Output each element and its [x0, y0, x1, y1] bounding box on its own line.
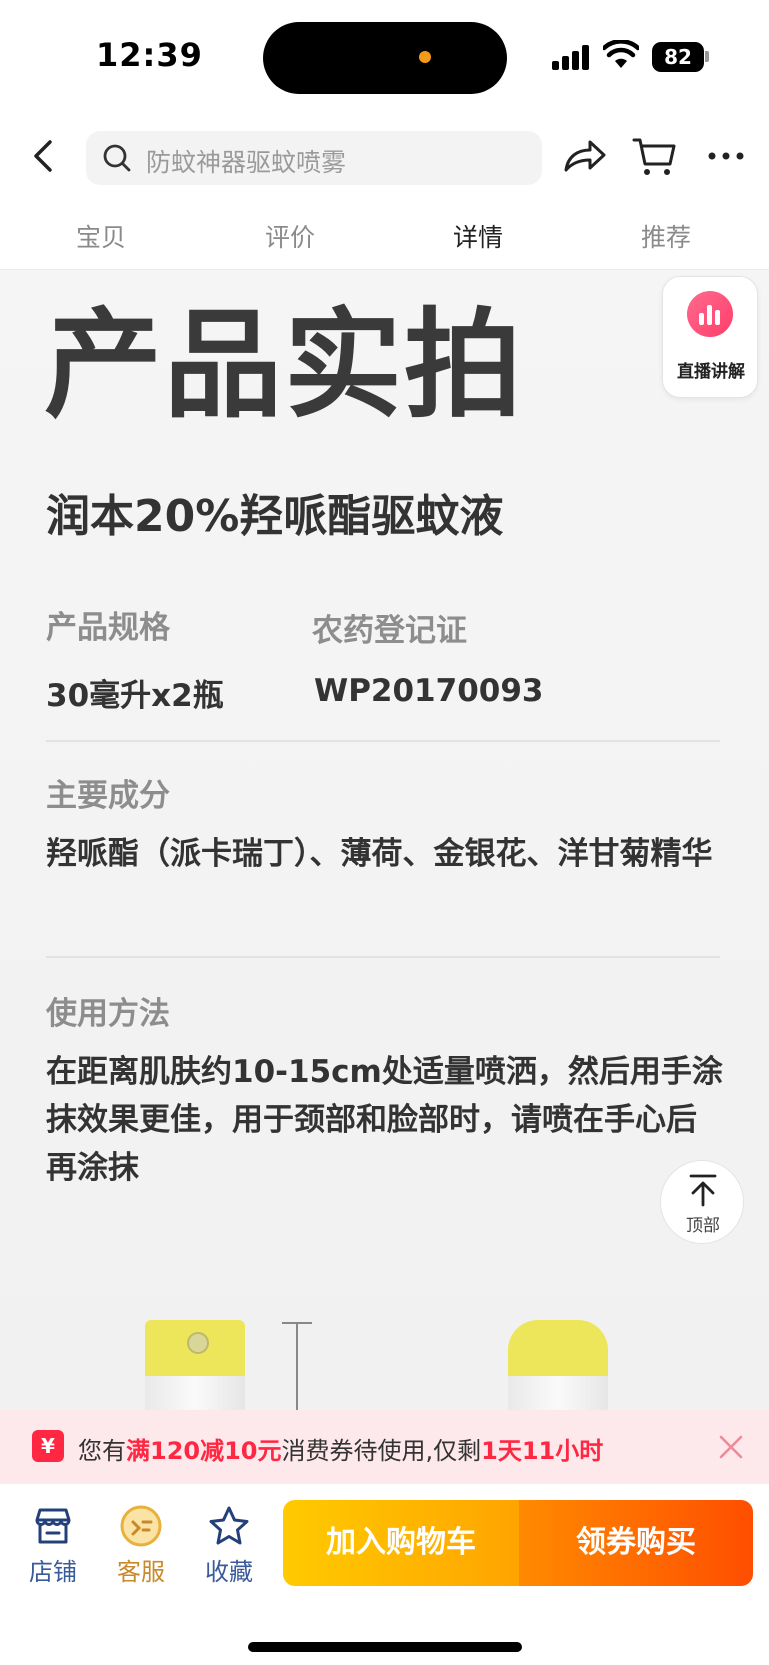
search-icon: [103, 144, 131, 172]
usage-text: 在距离肌肤约10-15cm处适量喷洒，然后用手涂抹效果更佳，用于颈部和脸部时，请…: [46, 1054, 723, 1186]
share-icon[interactable]: [560, 132, 608, 180]
shop-label: 店铺: [29, 1558, 77, 1586]
status-bar: 12:39 82: [0, 0, 769, 112]
search-placeholder: 防蚊神器驱蚊喷雾: [146, 148, 347, 177]
tab-item[interactable]: 宝贝: [41, 218, 161, 254]
ingredients-label: 主要成分: [46, 778, 170, 814]
coupon-prefix: 您有: [78, 1437, 126, 1465]
detail-title: 产品实拍: [44, 296, 525, 434]
shop-icon: [35, 1508, 71, 1544]
bottom-action-bar: 店铺 客服 收藏 加入购物车 领券购买: [0, 1484, 769, 1665]
buy-with-coupon-button[interactable]: 领券购买: [519, 1500, 753, 1586]
back-to-top-button[interactable]: 顶部: [660, 1160, 744, 1244]
dynamic-island: [263, 22, 507, 94]
recording-indicator-icon: [419, 51, 431, 63]
coupon-middle: 消费券待使用,仅剩: [281, 1437, 482, 1465]
shop-button[interactable]: 店铺: [18, 1504, 88, 1587]
live-explain-label: 直播讲解: [677, 362, 745, 382]
product-bottle-image: [508, 1320, 608, 1410]
registration-value: WP20170093: [314, 673, 544, 709]
detail-content: 产品实拍 润本20%羟哌酯驱蚊液 产品规格 农药登记证 30毫升x2瓶 WP20…: [0, 270, 769, 1410]
coupon-time-left: 1天11小时: [481, 1437, 604, 1465]
registration-label: 农药登记证: [312, 613, 467, 649]
coupon-text: 您有满120减10元消费券待使用,仅剩1天11小时: [78, 1431, 603, 1466]
product-bottle-image: [145, 1320, 245, 1410]
close-icon[interactable]: [716, 1432, 746, 1462]
tab-recommend[interactable]: 推荐: [606, 218, 726, 254]
customer-service-button[interactable]: 客服: [106, 1504, 176, 1587]
cart-icon[interactable]: [630, 132, 678, 180]
favorite-button[interactable]: 收藏: [194, 1504, 264, 1587]
usage-label: 使用方法: [46, 996, 170, 1032]
more-icon[interactable]: [702, 132, 750, 180]
coupon-icon: ¥: [32, 1430, 64, 1462]
tab-details[interactable]: 详情: [418, 218, 538, 254]
live-chart-icon: [687, 291, 733, 337]
home-indicator: [248, 1642, 522, 1652]
spec-label: 产品规格: [46, 610, 170, 646]
arrow-up-icon: [689, 1174, 717, 1207]
battery-cap: [705, 51, 709, 62]
ingredients-text: 羟哌酯（派卡瑞丁）、薄荷、金银花、洋甘菊精华: [46, 836, 713, 872]
customer-service-label: 客服: [117, 1558, 165, 1586]
cellular-signal-icon: [552, 44, 592, 70]
add-to-cart-button[interactable]: 加入购物车: [283, 1500, 519, 1586]
customer-service-icon: [120, 1505, 162, 1547]
product-name: 润本20%羟哌酯驱蚊液: [46, 491, 504, 542]
coupon-banner[interactable]: ¥ 您有满120减10元消费券待使用,仅剩1天11小时: [0, 1410, 769, 1484]
top-nav-bar: 防蚊神器驱蚊喷雾: [0, 112, 769, 204]
divider: [46, 740, 720, 742]
back-to-top-label: 顶部: [686, 1216, 720, 1236]
favorite-label: 收藏: [205, 1558, 253, 1586]
section-tabs: 宝贝 评价 详情 推荐: [0, 204, 769, 270]
spec-value: 30毫升x2瓶: [46, 678, 224, 714]
battery-indicator: 82: [652, 42, 704, 72]
live-explain-button[interactable]: 直播讲解: [662, 276, 758, 398]
wifi-icon: [603, 40, 639, 68]
size-ruler-line: [296, 1322, 298, 1414]
coupon-amount: 满120减10元: [126, 1437, 282, 1465]
star-icon: [209, 1506, 249, 1545]
tab-reviews[interactable]: 评价: [230, 218, 350, 254]
back-icon[interactable]: [22, 134, 66, 178]
status-time: 12:39: [96, 36, 203, 74]
divider: [46, 956, 720, 958]
search-input[interactable]: 防蚊神器驱蚊喷雾: [86, 131, 542, 185]
